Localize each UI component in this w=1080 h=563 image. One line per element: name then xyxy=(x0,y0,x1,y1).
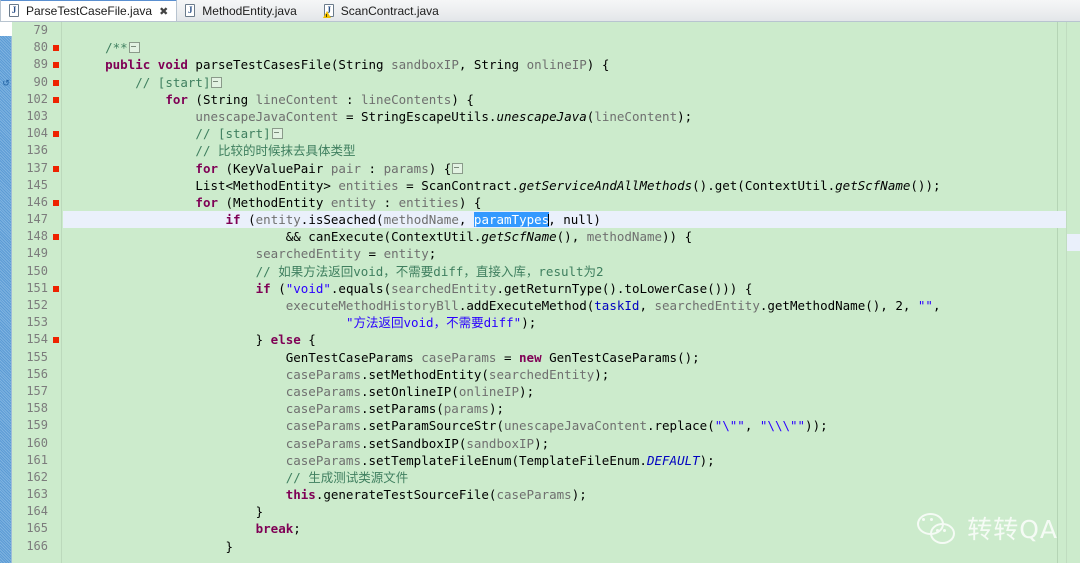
code-line[interactable]: "方法返回void，不需要diff"); xyxy=(63,314,1080,331)
breakpoint-marker[interactable] xyxy=(53,79,59,86)
line-number[interactable]: 148 xyxy=(12,228,61,245)
text-selection[interactable]: paramTypes xyxy=(473,212,550,228)
line-number[interactable]: 80 xyxy=(12,39,61,56)
code-line[interactable]: List<MethodEntity> entities = ScanContra… xyxy=(63,177,1080,194)
line-number[interactable]: 158 xyxy=(12,400,61,417)
code-line[interactable]: // [start] xyxy=(63,125,1080,142)
breakpoint-marker[interactable] xyxy=(53,337,59,344)
overview-ruler[interactable] xyxy=(1066,22,1080,563)
change-marker-bar xyxy=(0,22,12,563)
line-number[interactable]: 103 xyxy=(12,108,61,125)
code-line[interactable]: caseParams.setParamSourceStr(unescapeJav… xyxy=(63,417,1080,434)
code-line[interactable]: caseParams.setOnlineIP(onlineIP); xyxy=(63,383,1080,400)
line-number[interactable]: 147 xyxy=(12,211,61,228)
code-line[interactable]: // 比较的时候抹去具体类型 xyxy=(63,142,1080,159)
line-number[interactable]: 164 xyxy=(12,503,61,520)
code-line[interactable]: if (entity.isSeached(methodName, paramTy… xyxy=(63,211,1080,229)
line-number[interactable]: 153 xyxy=(12,314,61,331)
code-line[interactable]: } xyxy=(63,503,1080,520)
line-number[interactable]: 150 xyxy=(12,263,61,280)
overview-current-line-marker xyxy=(1067,234,1080,251)
code-line[interactable]: for (KeyValuePair pair : params) { xyxy=(63,160,1080,177)
change-marker-bar-gap xyxy=(0,22,12,36)
java-file-warning-icon: J xyxy=(322,3,336,18)
quick-fix-icon[interactable]: ↺ xyxy=(1,78,11,88)
breakpoint-marker[interactable] xyxy=(53,62,59,69)
line-number[interactable]: 89 xyxy=(12,56,61,73)
code-line[interactable]: for (MethodEntity entity : entities) { xyxy=(63,194,1080,211)
code-line[interactable]: && canExecute(ContextUtil.getScfName(), … xyxy=(63,228,1080,245)
code-line[interactable]: // 生成测试类源文件 xyxy=(63,469,1080,486)
line-number[interactable]: 166 xyxy=(12,538,61,555)
line-number[interactable]: 161 xyxy=(12,452,61,469)
code-line[interactable]: // 如果方法返回void，不需要diff，直接入库，result为2 xyxy=(63,263,1080,280)
line-number[interactable]: 137 xyxy=(12,160,61,177)
line-number[interactable]: 151 xyxy=(12,280,61,297)
code-line[interactable]: caseParams.setMethodEntity(searchedEntit… xyxy=(63,366,1080,383)
breakpoint-marker[interactable] xyxy=(53,96,59,103)
line-number[interactable]: 163 xyxy=(12,486,61,503)
close-icon[interactable]: ✖ xyxy=(159,5,168,18)
code-line[interactable]: caseParams.setParams(params); xyxy=(63,400,1080,417)
line-number[interactable]: 90 xyxy=(12,74,61,91)
breakpoint-marker[interactable] xyxy=(53,45,59,52)
breakpoint-marker[interactable] xyxy=(53,285,59,292)
code-line[interactable]: break; xyxy=(63,520,1080,537)
line-number[interactable]: 145 xyxy=(12,177,61,194)
code-line[interactable] xyxy=(63,22,1080,39)
line-number[interactable]: 157 xyxy=(12,383,61,400)
code-line[interactable]: searchedEntity = entity; xyxy=(63,245,1080,262)
java-file-icon: J xyxy=(184,3,197,18)
code-line[interactable]: caseParams.setTemplateFileEnum(TemplateF… xyxy=(63,452,1080,469)
tab-scan-contract[interactable]: J ScanContract.java xyxy=(305,0,447,21)
code-text-area[interactable]: /** public void parseTestCasesFile(Strin… xyxy=(63,22,1080,563)
code-line[interactable]: public void parseTestCasesFile(String sa… xyxy=(63,56,1080,73)
breakpoint-marker[interactable] xyxy=(53,165,59,172)
line-number[interactable]: 136 xyxy=(12,142,61,159)
code-line[interactable]: // [start] xyxy=(63,74,1080,91)
code-line[interactable]: executeMethodHistoryBll.addExecuteMethod… xyxy=(63,297,1080,314)
breakpoint-marker[interactable] xyxy=(53,199,59,206)
tab-label: ScanContract.java xyxy=(340,3,439,18)
line-number[interactable]: 165 xyxy=(12,520,61,537)
line-number[interactable]: 79 xyxy=(12,22,61,39)
line-number[interactable]: 102 xyxy=(12,91,61,108)
code-line[interactable]: GenTestCaseParams caseParams = new GenTe… xyxy=(63,349,1080,366)
line-number[interactable]: 162 xyxy=(12,469,61,486)
java-file-icon: J xyxy=(8,4,21,18)
code-line[interactable]: for (String lineContent : lineContents) … xyxy=(63,91,1080,108)
line-number[interactable]: 104 xyxy=(12,125,61,142)
code-line[interactable]: unescapeJavaContent = StringEscapeUtils.… xyxy=(63,108,1080,125)
line-number[interactable]: 146 xyxy=(12,194,61,211)
line-number[interactable]: 160 xyxy=(12,435,61,452)
code-line[interactable]: if ("void".equals(searchedEntity.getRetu… xyxy=(63,280,1080,297)
line-number[interactable]: 149 xyxy=(12,245,61,262)
editor-tab-bar: J ParseTestCaseFile.java ✖ J MethodEntit… xyxy=(0,0,1080,22)
line-number[interactable]: 156 xyxy=(12,366,61,383)
code-line[interactable]: } xyxy=(63,538,1080,555)
code-line[interactable]: /** xyxy=(63,39,1080,56)
code-editor[interactable]: ↺ 79 80 89 90 102 103 104 136 137 145 146 147 148 149… xyxy=(0,22,1080,563)
code-line[interactable]: } else { xyxy=(63,331,1080,348)
line-number[interactable]: 152 xyxy=(12,297,61,314)
tab-method-entity[interactable]: J MethodEntity.java xyxy=(177,0,305,21)
tab-parse-test-case-file[interactable]: J ParseTestCaseFile.java ✖ xyxy=(0,0,178,21)
line-number[interactable]: 159 xyxy=(12,417,61,434)
line-number-gutter[interactable]: 79 80 89 90 102 103 104 136 137 145 146 147 148 149 15… xyxy=(12,22,62,563)
line-number[interactable]: 154 xyxy=(12,331,61,348)
tab-label: MethodEntity.java xyxy=(202,3,297,18)
tab-label: ParseTestCaseFile.java xyxy=(26,4,153,18)
breakpoint-marker[interactable] xyxy=(53,234,59,241)
line-number[interactable]: 155 xyxy=(12,349,61,366)
code-line[interactable]: this.generateTestSourceFile(caseParams); xyxy=(63,486,1080,503)
code-line[interactable]: caseParams.setSandboxIP(sandboxIP); xyxy=(63,435,1080,452)
breakpoint-marker[interactable] xyxy=(53,131,59,138)
